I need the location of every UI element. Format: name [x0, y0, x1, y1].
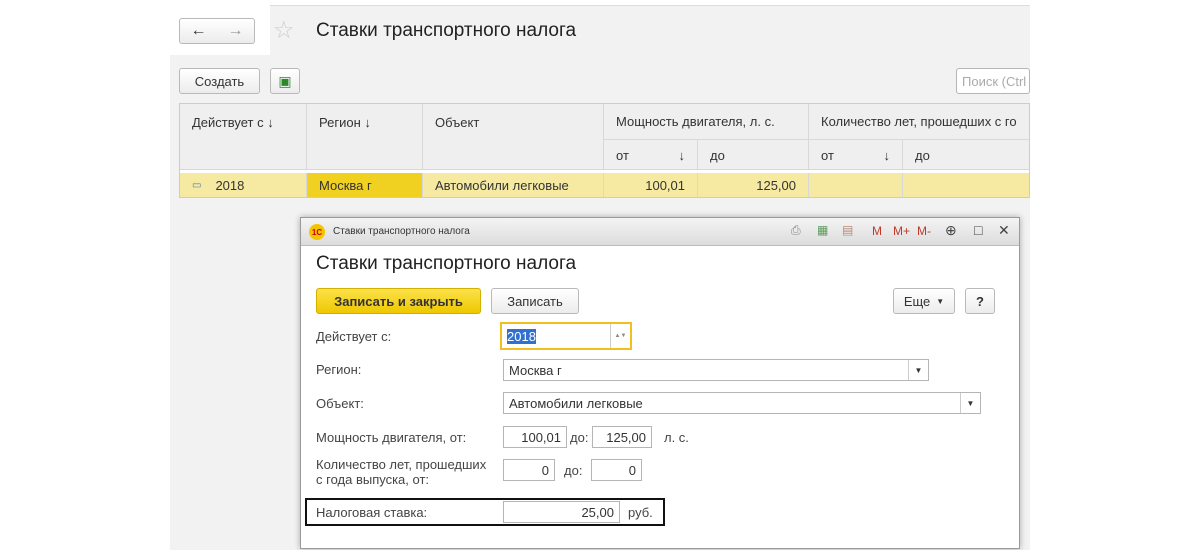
star-icon[interactable]: ☆	[273, 16, 295, 45]
calendar-icon[interactable]: ▤	[842, 223, 853, 237]
region-label: Регион:	[316, 362, 362, 377]
zoom-icon[interactable]: ⊕	[945, 222, 957, 239]
rate-input[interactable]: 25,00	[503, 501, 620, 523]
sort-arrow-icon: ↓	[883, 147, 891, 163]
cell-power-to: 125,00	[698, 173, 809, 197]
power-label: Мощность двигателя, от:	[316, 430, 467, 445]
rate-label: Налоговая ставка:	[316, 505, 428, 520]
calculator-icon[interactable]: ▦	[817, 223, 828, 237]
cell-power-from: 100,01	[604, 173, 698, 197]
logo-icon: 1С	[309, 224, 325, 240]
list-table: Действует с ↓ Регион ↓ Объект Мощность д…	[179, 103, 1030, 198]
col-power-from[interactable]: от ↓	[604, 140, 698, 170]
more-button[interactable]: Еще ▼	[893, 288, 955, 314]
years-from-input[interactable]: 0	[503, 459, 555, 481]
copy-button[interactable]: ▣	[270, 68, 300, 94]
object-label: Объект:	[316, 396, 364, 411]
cell-years-to	[903, 173, 1029, 197]
col-years-from[interactable]: от ↓	[809, 140, 903, 170]
cell-object: Автомобили легковые	[423, 173, 604, 197]
power-to-label: до:	[570, 430, 589, 445]
years-label-2: с года выпуска, от:	[316, 472, 430, 487]
power-from-input[interactable]: 100,01	[503, 426, 567, 448]
region-value: Москва г	[509, 362, 562, 378]
years-label-1: Количество лет, прошедших	[316, 457, 487, 472]
object-input[interactable]: Автомобили легковые ▼	[503, 392, 981, 414]
page-title: Ставки транспортного налога	[316, 20, 577, 41]
date-label: Действует с:	[316, 329, 392, 344]
cell-years-from	[809, 173, 903, 197]
col-power-to[interactable]: до	[698, 140, 809, 170]
col-date[interactable]: Действует с ↓	[180, 104, 307, 140]
maximize-icon[interactable]: □	[974, 222, 982, 238]
more-label: Еще	[903, 293, 931, 309]
back-icon[interactable]: ←	[191, 22, 207, 40]
nav-buttons: ← →	[179, 18, 255, 44]
cell-date: 2018	[215, 178, 245, 193]
subheader-label: от	[821, 147, 834, 163]
col-object[interactable]: Объект	[423, 104, 604, 140]
subheader-label: от	[616, 147, 629, 163]
save-close-button[interactable]: Записать и закрыть	[316, 288, 481, 314]
memory-minus-button[interactable]: M-	[917, 224, 931, 238]
close-icon[interactable]: ✕	[998, 222, 1010, 239]
record-icon: ▭	[192, 180, 202, 191]
memory-plus-button[interactable]: M+	[893, 224, 910, 238]
col-years-to[interactable]: до	[903, 140, 1029, 170]
dropdown-icon[interactable]: ▼	[908, 360, 928, 380]
years-to-input[interactable]: 0	[591, 459, 642, 481]
table-row[interactable]: ▭ 2018 Москва г Автомобили легковые 100,0…	[180, 173, 1029, 197]
dialog-heading: Ставки транспортного налога	[316, 253, 577, 274]
window-title: Ставки транспортного налога	[333, 226, 470, 237]
search-input[interactable]: Поиск (Ctrl	[956, 68, 1030, 94]
col-years[interactable]: Количество лет, прошедших с го	[809, 104, 1029, 140]
col-region[interactable]: Регион ↓	[307, 104, 423, 140]
date-input[interactable]: 2018 ▲▼	[500, 322, 632, 350]
save-button[interactable]: Записать	[491, 288, 579, 314]
print-icon[interactable]: ⎙	[791, 223, 801, 238]
sort-arrow-icon: ↓	[678, 147, 686, 163]
spinner[interactable]: ▲▼	[610, 324, 630, 348]
col-power[interactable]: Мощность двигателя, л. с.	[604, 104, 809, 140]
help-button[interactable]: ?	[965, 288, 995, 314]
region-input[interactable]: Москва г ▼	[503, 359, 929, 381]
dialog-titlebar: 1С Ставки транспортного налога ⎙ ▦ ▤ M M…	[301, 218, 1019, 246]
power-unit: л. с.	[664, 430, 689, 445]
chevron-down-icon: ▼	[936, 296, 945, 306]
cell-region[interactable]: Москва г	[307, 173, 423, 197]
power-to-input[interactable]: 125,00	[592, 426, 652, 448]
dropdown-icon[interactable]: ▼	[960, 393, 980, 413]
forward-icon[interactable]: →	[228, 22, 244, 40]
create-button[interactable]: Создать	[179, 68, 260, 94]
rate-unit: руб.	[628, 505, 653, 520]
memory-m-button[interactable]: M	[872, 224, 882, 238]
document-icon: ▣	[278, 72, 292, 89]
object-value: Автомобили легковые	[509, 395, 643, 411]
years-to-label: до:	[564, 463, 583, 478]
date-value: 2018	[507, 328, 536, 344]
